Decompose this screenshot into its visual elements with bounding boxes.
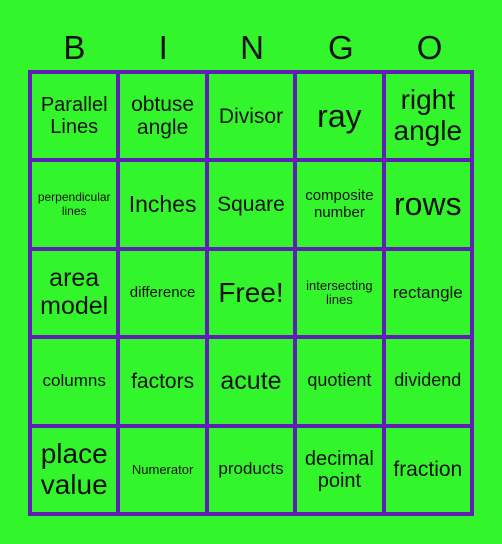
header-letter-b: B (63, 29, 86, 66)
header-letter-i: I (158, 29, 168, 66)
bingo-cell[interactable]: right angle (383, 72, 472, 161)
bingo-cell[interactable]: quotient (295, 337, 384, 426)
bingo-cell[interactable]: obtuse angle (118, 72, 207, 161)
bingo-cell[interactable]: composite number (295, 160, 384, 249)
bingo-cell[interactable]: ray (295, 72, 384, 161)
bingo-cell[interactable]: acute (206, 337, 296, 426)
bingo-cell[interactable]: fraction (383, 425, 472, 514)
bingo-cell[interactable]: place value (30, 425, 119, 514)
header-letter-g: G (327, 29, 354, 66)
bingo-cell[interactable]: Parallel Lines (30, 72, 119, 161)
bingo-cell-free[interactable]: Free! (206, 248, 296, 338)
bingo-cell[interactable]: rectangle (383, 248, 472, 338)
bingo-cell[interactable]: columns (30, 337, 119, 426)
bingo-header: B I N G O (30, 28, 474, 68)
header-letter-o: O (416, 29, 443, 66)
bingo-cell[interactable]: Inches (118, 160, 207, 249)
bingo-grid: Parallel Lines obtuse angle Divisor ray … (28, 70, 474, 516)
bingo-cell[interactable]: perpendicular lines (30, 160, 119, 249)
bingo-cell[interactable]: decimal point (295, 425, 384, 514)
bingo-cell[interactable]: intersecting lines (295, 248, 384, 338)
bingo-cell[interactable]: Square (206, 160, 296, 249)
bingo-cell[interactable]: dividend (383, 337, 472, 426)
bingo-cell[interactable]: products (206, 425, 296, 514)
bingo-cell[interactable]: area model (30, 248, 119, 338)
bingo-cell[interactable]: rows (383, 160, 472, 249)
bingo-cell[interactable]: Divisor (206, 72, 296, 161)
bingo-cell[interactable]: difference (118, 248, 207, 338)
header-letter-n: N (240, 29, 264, 66)
bingo-cell[interactable]: Numerator (118, 425, 207, 514)
bingo-cell[interactable]: factors (118, 337, 207, 426)
